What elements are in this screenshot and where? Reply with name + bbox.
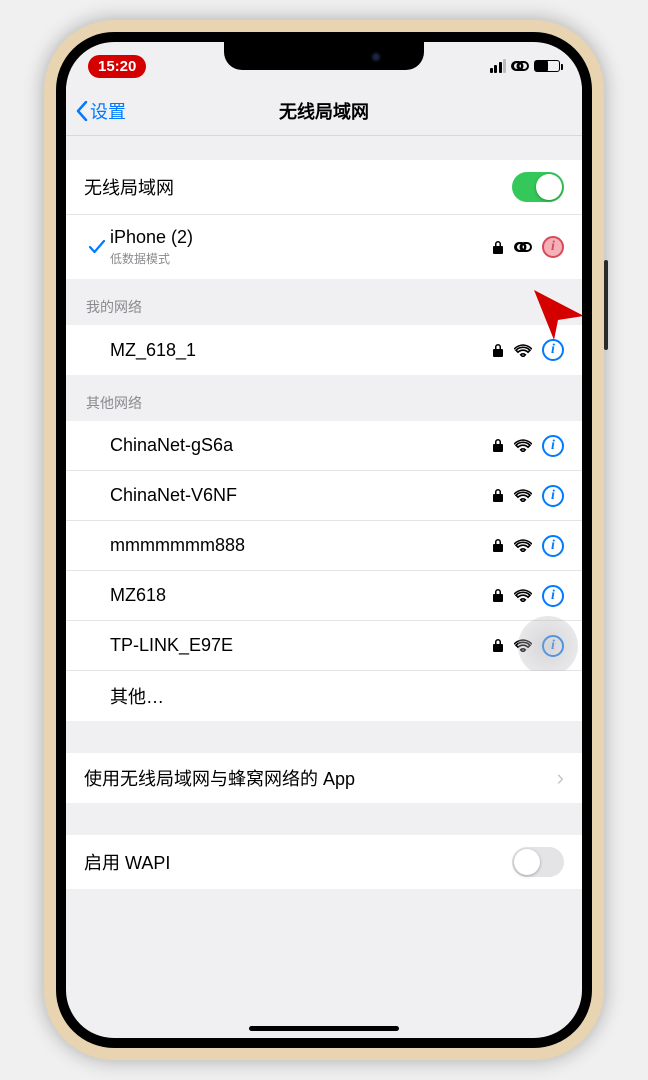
network-row-other-3[interactable]: MZ618 i xyxy=(66,571,582,621)
network-name: ChinaNet-V6NF xyxy=(110,485,492,506)
network-name: MZ_618_1 xyxy=(110,340,492,361)
lock-icon xyxy=(492,588,504,603)
hotspot-link-icon xyxy=(514,242,532,252)
info-button[interactable]: i xyxy=(542,535,564,557)
network-name: mmmmmmm888 xyxy=(110,535,492,556)
network-name: TP-LINK_E97E xyxy=(110,635,492,656)
wapi-toggle[interactable] xyxy=(512,847,564,877)
apps-using-wifi-row[interactable]: 使用无线局域网与蜂窝网络的 App › xyxy=(66,753,582,803)
back-label: 设置 xyxy=(90,98,126,124)
other-label: 其他… xyxy=(110,683,564,709)
network-row-other-1[interactable]: ChinaNet-V6NF i xyxy=(66,471,582,521)
wifi-toggle-row[interactable]: 无线局域网 xyxy=(66,160,582,215)
wifi-icon xyxy=(514,639,532,652)
wifi-toggle-label: 无线局域网 xyxy=(84,174,512,200)
content: 无线局域网 iPhone (2) 低数据模式 i xyxy=(66,136,582,889)
lock-icon xyxy=(492,343,504,358)
network-name: MZ618 xyxy=(110,585,492,606)
info-button[interactable]: i xyxy=(542,485,564,507)
chevron-left-icon xyxy=(76,101,88,121)
info-button[interactable]: i xyxy=(542,339,564,361)
check-icon xyxy=(84,240,110,254)
lock-icon xyxy=(492,240,504,255)
connected-network-name: iPhone (2) xyxy=(110,227,492,248)
connected-network-row[interactable]: iPhone (2) 低数据模式 i xyxy=(66,215,582,279)
wapi-label: 启用 WAPI xyxy=(84,849,512,875)
side-button xyxy=(604,260,608,350)
lock-icon xyxy=(492,488,504,503)
personal-hotspot-icon xyxy=(511,61,529,71)
phone-frame: 15:20 设置 无线局域网 无线局域网 xyxy=(44,20,604,1060)
signal-icon xyxy=(490,59,507,73)
wifi-icon xyxy=(514,439,532,452)
nav-bar: 设置 无线局域网 xyxy=(66,86,582,136)
apps-label: 使用无线局域网与蜂窝网络的 App xyxy=(84,765,551,791)
home-indicator xyxy=(249,1026,399,1031)
info-button[interactable]: i xyxy=(542,236,564,258)
notch xyxy=(224,42,424,70)
status-time-recording[interactable]: 15:20 xyxy=(88,55,146,78)
info-button[interactable]: i xyxy=(542,635,564,657)
battery-icon xyxy=(534,60,560,72)
page-title: 无线局域网 xyxy=(66,98,582,124)
connected-network-sub: 低数据模式 xyxy=(110,250,492,267)
back-button[interactable]: 设置 xyxy=(66,98,126,124)
network-row-my-0[interactable]: MZ_618_1 i xyxy=(66,325,582,375)
other-network-option[interactable]: 其他… xyxy=(66,671,582,721)
lock-icon xyxy=(492,538,504,553)
network-row-other-2[interactable]: mmmmmmm888 i xyxy=(66,521,582,571)
network-row-other-4[interactable]: TP-LINK_E97E i xyxy=(66,621,582,671)
network-name: ChinaNet-gS6a xyxy=(110,435,492,456)
my-networks-header: 我的网络 xyxy=(66,279,582,325)
wifi-icon xyxy=(514,489,532,502)
network-row-other-0[interactable]: ChinaNet-gS6a i xyxy=(66,421,582,471)
wifi-icon xyxy=(514,539,532,552)
lock-icon xyxy=(492,438,504,453)
wapi-row[interactable]: 启用 WAPI xyxy=(66,835,582,889)
wifi-icon xyxy=(514,589,532,602)
wifi-toggle[interactable] xyxy=(512,172,564,202)
info-button[interactable]: i xyxy=(542,585,564,607)
chevron-right-icon: › xyxy=(557,765,564,791)
other-networks-header: 其他网络 xyxy=(66,375,582,421)
info-button[interactable]: i xyxy=(542,435,564,457)
lock-icon xyxy=(492,638,504,653)
wifi-icon xyxy=(514,344,532,357)
